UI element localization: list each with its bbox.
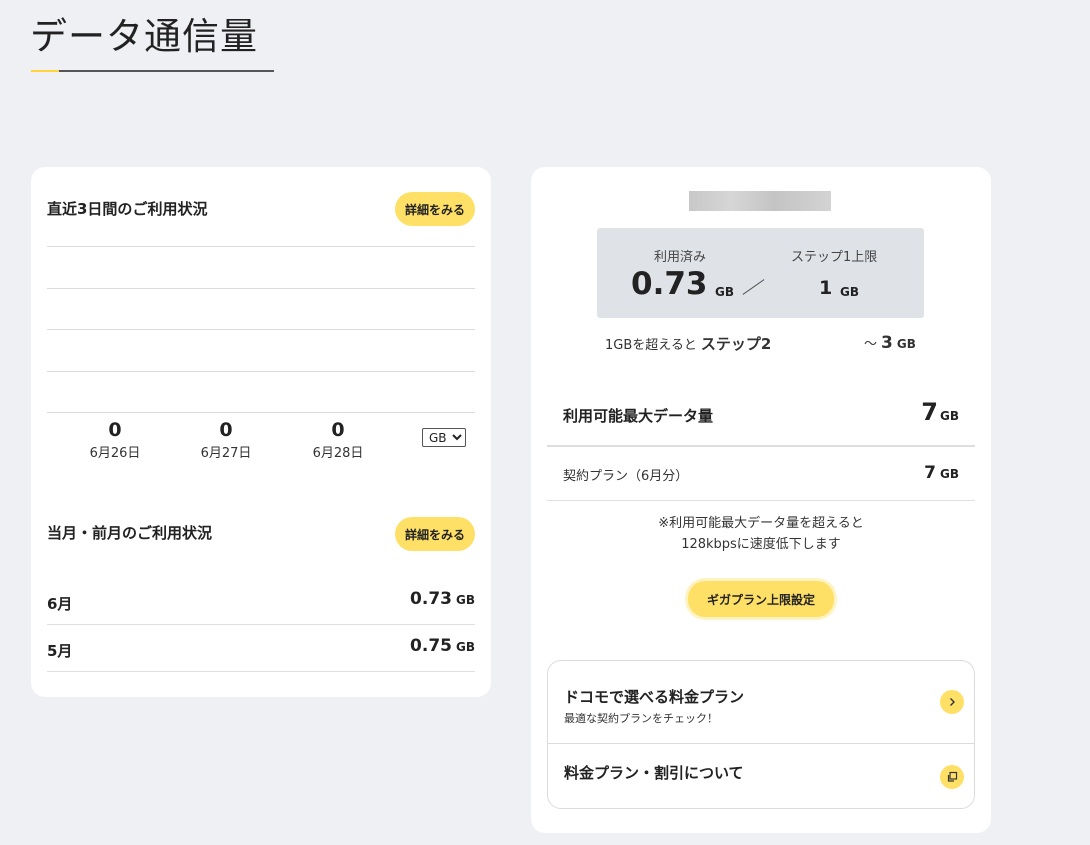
external-window-icon bbox=[940, 765, 964, 789]
data-plan-card: 利用済み 0.73 GB ステップ1上限 1 GB 1GBを超えると ステップ2 … bbox=[531, 167, 991, 833]
speed-notice-line1: ※利用可能最大データ量を超えると bbox=[658, 516, 864, 531]
chart-gridline bbox=[47, 288, 475, 289]
usage-history-card: 直近3日間のご利用状況 詳細をみる 0 6月26日 0 6月27日 0 6月28… bbox=[31, 167, 491, 697]
step2-note: 1GBを超えると ステップ2 bbox=[605, 333, 771, 354]
day-usage-date: 6月28日 bbox=[312, 446, 364, 461]
contract-plan-row: 契約プラン（6月分） 7 GB bbox=[547, 449, 975, 501]
month-amount-value: 0.75 bbox=[410, 636, 452, 656]
step2-range: ～ 3 GB bbox=[864, 333, 916, 353]
month-label: 6月 bbox=[47, 595, 73, 613]
page-title: データ通信量 bbox=[30, 15, 258, 58]
link-docomo-plans-subtitle: 最適な契約プランをチェック！ bbox=[564, 712, 718, 725]
month-usage-row: 6月 0.73 GB bbox=[47, 578, 475, 625]
contract-plan-unit: GB bbox=[940, 467, 959, 481]
month-amount: 0.73 GB bbox=[410, 589, 475, 609]
divider-slash bbox=[742, 279, 765, 295]
chart-gridline bbox=[47, 246, 475, 247]
month-amount-unit: GB bbox=[456, 640, 475, 654]
plan-links-box: ドコモで選べる料金プラン 最適な契約プランをチェック！ 料金プラン・割引について bbox=[547, 660, 975, 809]
speed-notice-line2: 128kbpsに速度低下します bbox=[681, 537, 841, 552]
month-amount: 0.75 GB bbox=[410, 636, 475, 656]
day-usage-item: 0 6月27日 bbox=[186, 419, 266, 461]
chart-baseline bbox=[47, 412, 475, 413]
step1-limit-value: 1 bbox=[819, 277, 833, 299]
step2-range-value: 3 bbox=[881, 333, 893, 353]
step1-limit-unit: GB bbox=[840, 285, 859, 299]
usage-summary-box: 利用済み 0.73 GB ステップ1上限 1 GB bbox=[597, 228, 924, 318]
max-data-amount: 7 GB bbox=[921, 398, 959, 426]
link-docomo-plans[interactable]: ドコモで選べる料金プラン 最適な契約プランをチェック！ bbox=[548, 661, 974, 743]
day-usage-date: 6月26日 bbox=[89, 446, 141, 461]
max-data-row: 利用可能最大データ量 7 GB bbox=[547, 383, 975, 447]
chart-gridline bbox=[47, 329, 475, 330]
day-usage-value: 0 bbox=[331, 419, 345, 441]
contract-plan-value: 7 bbox=[924, 463, 936, 483]
link-plan-discounts[interactable]: 料金プラン・割引について bbox=[548, 744, 974, 808]
masked-phone-number bbox=[689, 191, 831, 211]
max-data-label: 利用可能最大データ量 bbox=[563, 407, 714, 425]
month-label: 5月 bbox=[47, 642, 73, 660]
chevron-right-icon bbox=[940, 690, 964, 714]
day-usage-item: 0 6月28日 bbox=[298, 419, 378, 461]
contract-plan-label: 契約プラン（6月分） bbox=[563, 469, 689, 484]
link-plan-discounts-title: 料金プラン・割引について bbox=[564, 764, 744, 782]
unit-select[interactable]: GB bbox=[422, 428, 466, 447]
contract-plan-amount: 7 GB bbox=[924, 463, 959, 483]
recent-usage-title: 直近3日間のご利用状況 bbox=[47, 200, 208, 218]
step2-range-prefix: ～ bbox=[864, 337, 878, 352]
title-underline-accent bbox=[31, 70, 59, 72]
title-underline bbox=[31, 70, 274, 72]
month-usage-row: 5月 0.75 GB bbox=[47, 625, 475, 672]
day-usage-item: 0 6月26日 bbox=[75, 419, 155, 461]
chart-gridline bbox=[47, 371, 475, 372]
used-unit: GB bbox=[715, 285, 734, 299]
max-data-unit: GB bbox=[940, 409, 959, 423]
used-label: 利用済み bbox=[654, 250, 707, 265]
monthly-usage-title: 当月・前月のご利用状況 bbox=[47, 524, 213, 542]
day-usage-value: 0 bbox=[108, 419, 122, 441]
day-usage-value: 0 bbox=[219, 419, 233, 441]
link-docomo-plans-title: ドコモで選べる料金プラン bbox=[564, 688, 745, 706]
used-value: 0.73 bbox=[631, 266, 708, 302]
step1-limit-label: ステップ1上限 bbox=[791, 250, 878, 265]
monthly-details-button[interactable]: 詳細をみる bbox=[395, 517, 475, 551]
month-amount-value: 0.73 bbox=[410, 589, 452, 609]
step2-name: ステップ2 bbox=[700, 335, 772, 353]
giga-plan-limit-button[interactable]: ギガプラン上限設定 bbox=[688, 581, 834, 617]
day-usage-date: 6月27日 bbox=[200, 446, 252, 461]
step2-range-unit: GB bbox=[896, 337, 916, 351]
recent-details-button[interactable]: 詳細をみる bbox=[395, 192, 475, 226]
month-amount-unit: GB bbox=[456, 593, 475, 607]
max-data-value: 7 bbox=[921, 398, 938, 426]
step2-note-prefix: 1GBを超えると bbox=[605, 338, 697, 353]
